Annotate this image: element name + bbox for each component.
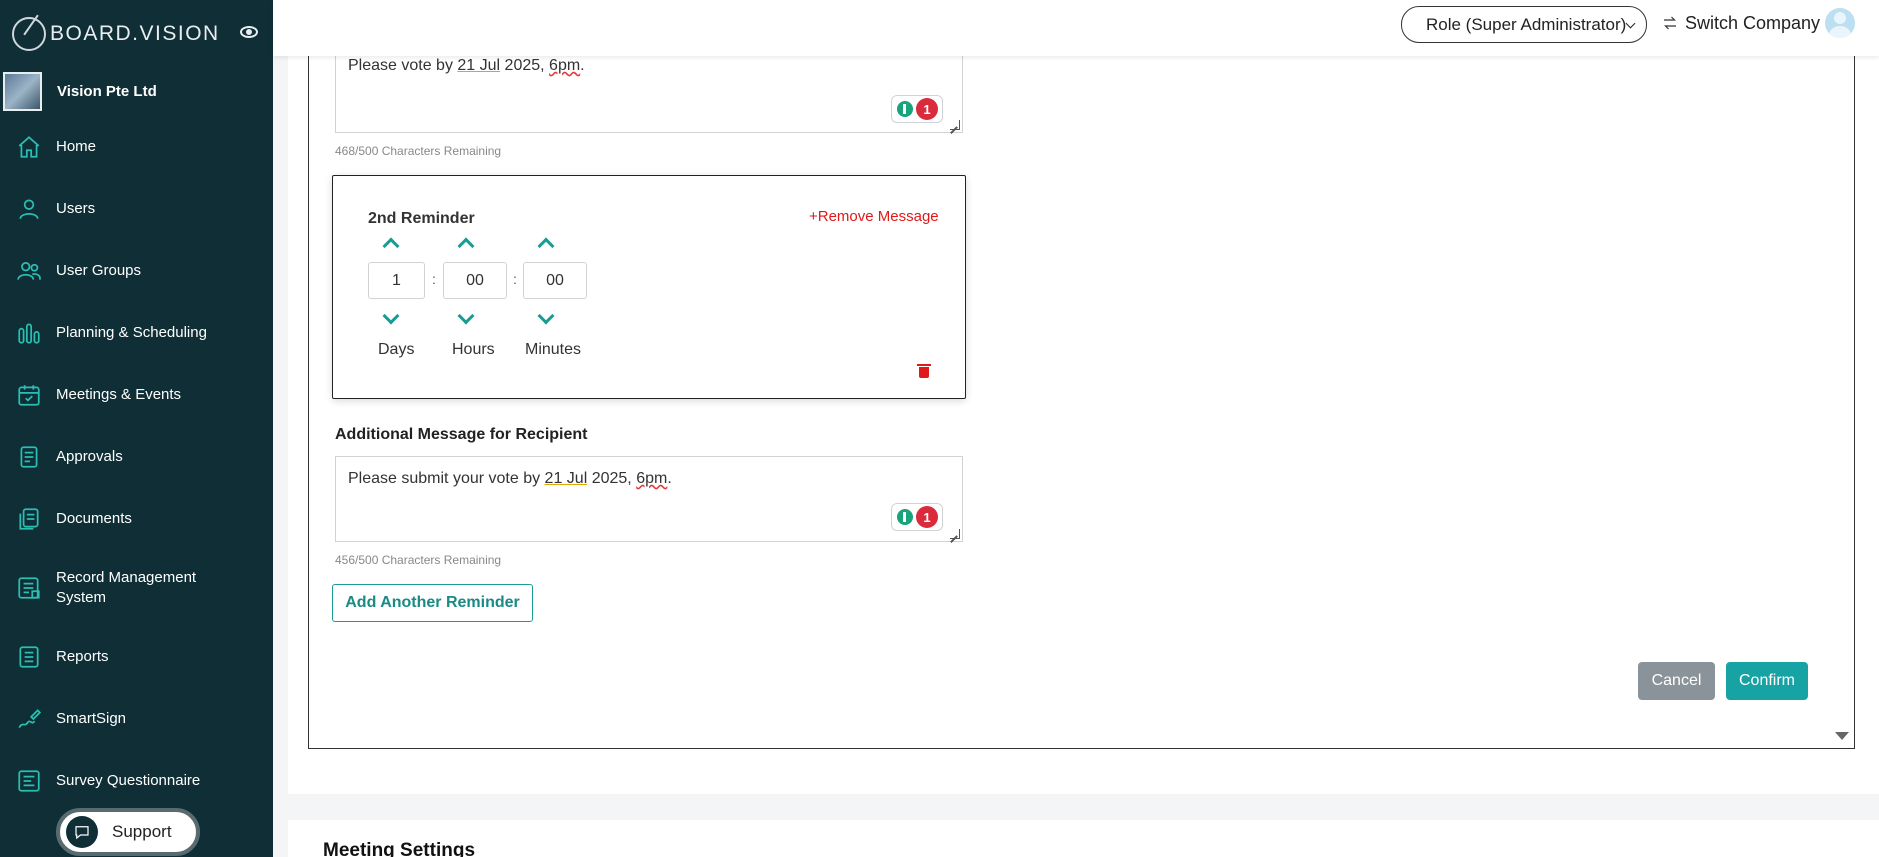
days-label: Days — [378, 341, 415, 358]
sidebar-item-label: Survey Questionnaire — [56, 772, 201, 789]
company-switcher[interactable]: Vision Pte Ltd — [3, 71, 157, 111]
sidebar-item-users[interactable]: Users — [0, 178, 273, 240]
grammar-checker-badge[interactable]: 1 — [891, 503, 943, 531]
hours-increment-icon[interactable] — [457, 237, 475, 255]
additional-message-label: Additional Message for Recipient — [335, 426, 588, 443]
chevron-down-icon — [1625, 18, 1636, 29]
sidebar-item-planning[interactable]: Planning & Scheduling — [0, 302, 273, 364]
days-input[interactable]: 1 — [368, 262, 425, 299]
bar-chart-icon — [16, 320, 42, 346]
chars-remaining: 456/500 Characters Remaining — [335, 553, 502, 567]
calendar-icon — [16, 382, 42, 408]
record-icon — [16, 575, 42, 601]
remove-message-link[interactable]: +Remove Message — [809, 208, 939, 225]
role-select[interactable]: Role (Super Administrator) — [1401, 6, 1647, 43]
hours-decrement-icon[interactable] — [457, 307, 475, 325]
reminder-title: 2nd Reminder — [368, 210, 475, 227]
switch-company-label: Switch Company — [1685, 12, 1821, 33]
report-icon — [16, 644, 42, 670]
resize-handle-icon[interactable] — [950, 120, 960, 130]
meeting-settings-title: Meeting Settings — [323, 840, 476, 857]
sidebar-item-label: Users — [56, 200, 96, 217]
sidebar-item-record-management[interactable]: Record Management System — [0, 550, 273, 626]
sidebar-item-label: Home — [56, 138, 97, 155]
grammar-icon — [897, 101, 913, 117]
company-name: Vision Pte Ltd — [57, 82, 157, 100]
chat-icon — [66, 816, 98, 848]
switch-company-button[interactable]: Switch Company — [1661, 10, 1820, 36]
minutes-label: Minutes — [525, 341, 582, 358]
company-avatar — [3, 71, 42, 111]
sidebar-item-label: SmartSign — [56, 710, 127, 727]
documents-icon — [16, 506, 42, 532]
trash-icon[interactable] — [917, 362, 931, 378]
add-another-reminder-button[interactable]: Add Another Reminder — [332, 584, 533, 622]
signature-icon — [16, 706, 42, 732]
board-vision-logo-icon — [12, 17, 46, 51]
additional-message-textarea[interactable]: Please submit your vote by 21 Jul 2025, … — [335, 456, 963, 542]
support-label: Support — [112, 822, 172, 841]
sidebar-item-label: Reports — [56, 648, 109, 665]
grammar-issue-count: 1 — [916, 98, 938, 120]
sidebar-item-documents[interactable]: Documents — [0, 488, 273, 550]
meeting-settings-card: Meeting Settings — [288, 820, 1879, 857]
sidebar-item-label: Planning & Scheduling — [56, 324, 207, 341]
avatar[interactable] — [1825, 8, 1855, 38]
grammar-checker-badge[interactable]: 1 — [891, 95, 943, 123]
message-text: Please submit your vote by 21 Jul 2025, … — [348, 470, 672, 487]
users-icon — [16, 258, 42, 284]
minutes-decrement-icon[interactable] — [537, 307, 555, 325]
eye-icon[interactable] — [240, 26, 258, 38]
days-decrement-icon[interactable] — [382, 307, 400, 325]
days-increment-icon[interactable] — [382, 237, 400, 255]
time-separator: : — [432, 271, 436, 287]
time-separator: : — [513, 271, 517, 287]
brand[interactable]: BOARD.VISION — [12, 16, 220, 52]
survey-icon — [16, 768, 42, 794]
home-icon — [16, 134, 42, 160]
swap-icon — [1664, 16, 1676, 30]
resize-handle-icon[interactable] — [950, 529, 960, 539]
user-icon — [16, 196, 42, 222]
minutes-increment-icon[interactable] — [537, 237, 555, 255]
grammar-icon — [897, 509, 913, 525]
sidebar-item-approvals[interactable]: Approvals — [0, 426, 273, 488]
document-check-icon — [16, 444, 42, 470]
sidebar-item-survey[interactable]: Survey Questionnaire — [0, 750, 273, 812]
sidebar-item-label: Record Management System — [56, 569, 197, 606]
sidebar: BOARD.VISION Vision Pte Ltd Home Users U… — [0, 0, 273, 857]
confirm-button[interactable]: Confirm — [1726, 662, 1808, 700]
scroll-down-icon[interactable] — [1835, 732, 1849, 740]
minutes-input[interactable]: 00 — [523, 262, 587, 299]
sidebar-item-home[interactable]: Home — [0, 116, 273, 178]
hours-input[interactable]: 00 — [443, 262, 507, 299]
sidebar-nav: Home Users User Groups Planning & Schedu… — [0, 116, 273, 812]
message-text: Please vote by 21 Jul 2025, 6pm. — [348, 57, 585, 74]
sidebar-item-reports[interactable]: Reports — [0, 626, 273, 688]
sidebar-item-user-groups[interactable]: User Groups — [0, 240, 273, 302]
sidebar-item-label: Documents — [56, 510, 132, 527]
chars-remaining: 468/500 Characters Remaining — [335, 144, 502, 158]
hours-label: Hours — [452, 341, 495, 358]
cancel-button[interactable]: Cancel — [1638, 662, 1715, 700]
sidebar-item-smartsign[interactable]: SmartSign — [0, 688, 273, 750]
brand-name: BOARD.VISION — [50, 22, 220, 45]
sidebar-item-label: Meetings & Events — [56, 386, 182, 403]
topbar: Role (Super Administrator) Switch Compan… — [273, 0, 1879, 56]
support-button[interactable]: Support — [56, 808, 200, 856]
sidebar-item-label: User Groups — [56, 262, 142, 279]
grammar-issue-count: 1 — [916, 506, 938, 528]
sidebar-item-meetings[interactable]: Meetings & Events — [0, 364, 273, 426]
role-select-value: Role (Super Administrator) — [1426, 14, 1627, 34]
reminder-card: 2nd Reminder +Remove Message 1 : 00 : 00… — [332, 175, 966, 399]
sidebar-item-label: Approvals — [56, 448, 123, 465]
